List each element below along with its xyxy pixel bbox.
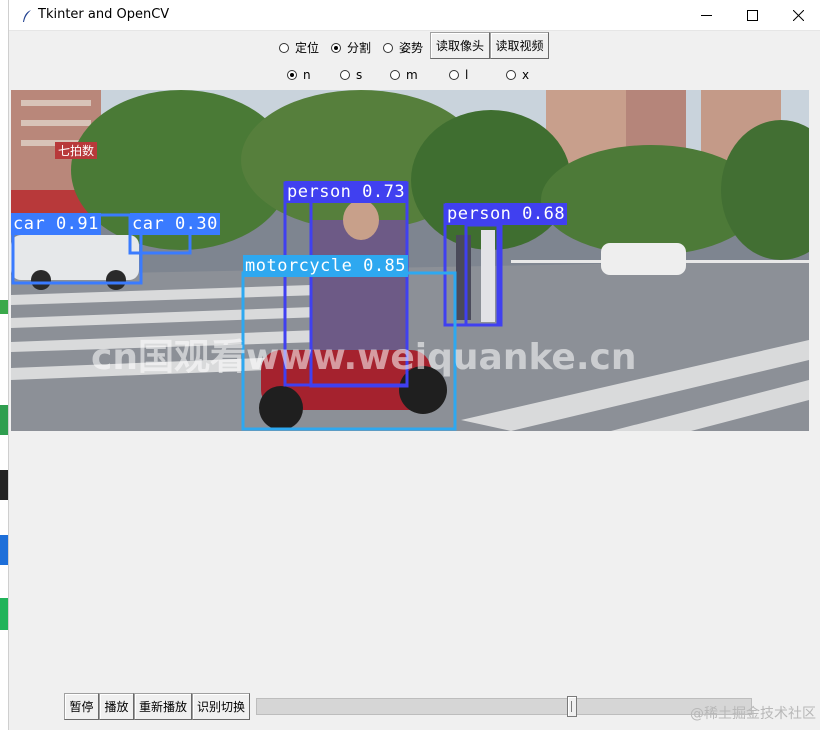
- radio-label: s: [356, 68, 363, 82]
- radio-size-x[interactable]: x: [506, 68, 529, 82]
- background-icon: [0, 598, 8, 630]
- radio-mode-locate[interactable]: 定位: [279, 39, 319, 56]
- site-watermark: @稀土掘金技术社区: [690, 706, 816, 722]
- background-icon: [0, 405, 8, 435]
- mode-toolbar: 定位 分割 姿势 读取像头 读取视频: [9, 32, 820, 60]
- radio-indicator: [449, 70, 459, 80]
- shop-sign: 七拍数: [55, 142, 98, 159]
- detection-label: car 0.91: [11, 213, 101, 235]
- detection-label: car 0.30: [130, 213, 220, 235]
- radio-mode-pose[interactable]: 姿势: [383, 39, 423, 56]
- radio-indicator: [340, 70, 350, 80]
- read-camera-button[interactable]: 读取像头: [430, 32, 490, 59]
- detection-label: motorcycle 0.85: [243, 255, 409, 277]
- radio-indicator: [390, 70, 400, 80]
- radio-size-m[interactable]: m: [390, 68, 418, 82]
- radio-label: 分割: [347, 41, 372, 55]
- radio-indicator: [279, 42, 289, 53]
- close-icon: [792, 10, 804, 21]
- radio-indicator: [383, 42, 393, 53]
- switch-detection-button[interactable]: 识别切换: [192, 693, 250, 720]
- radio-indicator: [331, 42, 341, 53]
- detection-label: person 0.73: [285, 181, 408, 203]
- close-button[interactable]: [775, 0, 820, 31]
- pause-button[interactable]: 暂停: [64, 693, 99, 720]
- minimize-button[interactable]: [683, 0, 729, 31]
- radio-label: m: [406, 68, 418, 82]
- radio-label: 定位: [295, 41, 320, 55]
- video-watermark: cn国观看www.weiquanke.cn: [91, 337, 637, 378]
- radio-label: l: [465, 68, 469, 82]
- background-icon: [0, 300, 8, 314]
- progress-slider-thumb[interactable]: [567, 696, 578, 717]
- background-icon: [0, 470, 8, 500]
- play-button[interactable]: 播放: [99, 693, 134, 720]
- maximize-icon: [746, 10, 758, 21]
- read-video-button[interactable]: 读取视频: [490, 32, 549, 59]
- feather-icon: [23, 10, 31, 22]
- radio-label: 姿势: [399, 41, 424, 55]
- replay-button[interactable]: 重新播放: [134, 693, 192, 720]
- background-icon: [0, 535, 8, 565]
- radio-size-l[interactable]: l: [449, 68, 468, 82]
- window-title: Tkinter and OpenCV: [38, 7, 170, 22]
- app-window: Tkinter and OpenCV 定位 分割 姿势 读取像头 读取视频 n …: [8, 0, 820, 730]
- radio-mode-segment[interactable]: 分割: [331, 39, 371, 56]
- maximize-button[interactable]: [729, 0, 775, 31]
- detection-label: person 0.68: [445, 203, 568, 225]
- progress-slider[interactable]: [256, 698, 752, 715]
- radio-size-n[interactable]: n: [287, 68, 311, 82]
- radio-size-s[interactable]: s: [340, 68, 362, 82]
- video-frame: car 0.91 car 0.30 person 0.73 person 0.6…: [11, 90, 809, 431]
- minimize-icon: [700, 15, 712, 16]
- radio-label: n: [303, 68, 311, 82]
- model-size-toolbar: n s m l x: [9, 62, 820, 88]
- radio-indicator: [506, 70, 516, 80]
- radio-indicator: [287, 70, 297, 80]
- radio-label: x: [522, 68, 530, 82]
- title-bar: Tkinter and OpenCV: [9, 0, 820, 31]
